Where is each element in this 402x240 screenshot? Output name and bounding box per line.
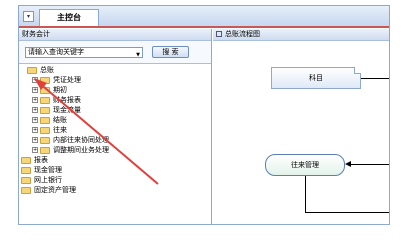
annotation-arrow-icon — [34, 78, 159, 185]
